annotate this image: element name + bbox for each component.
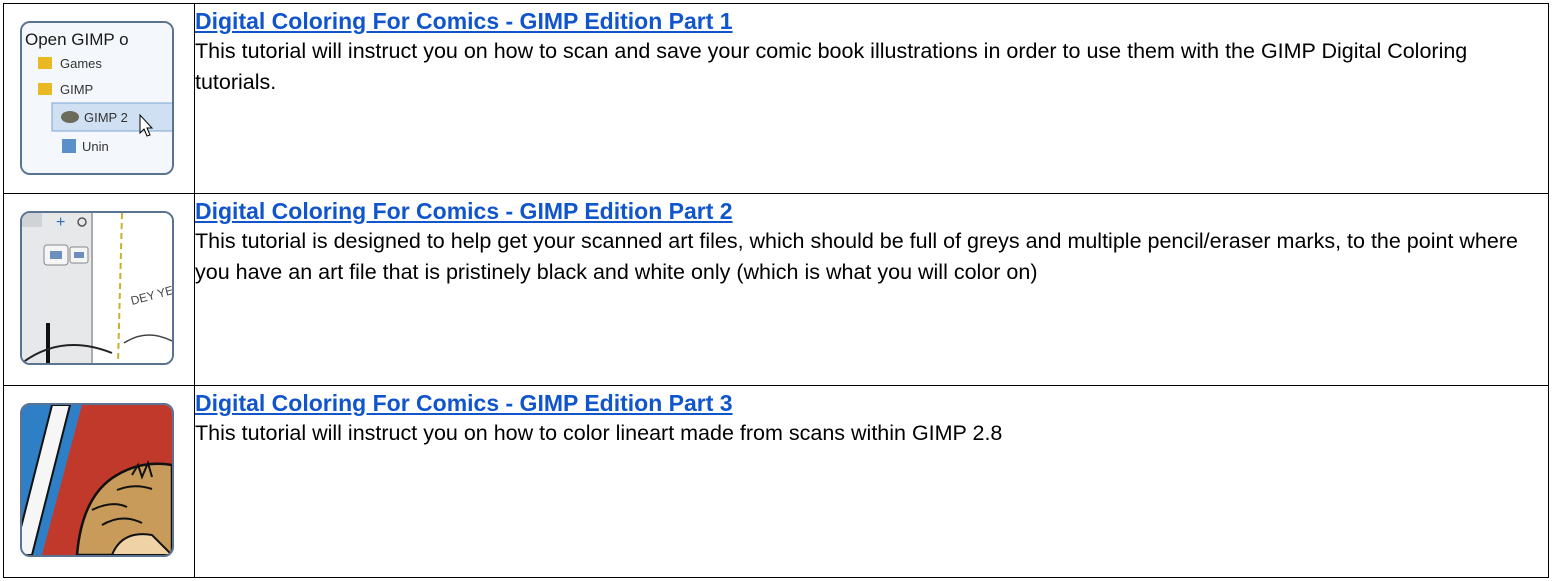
folder-icon <box>38 57 52 69</box>
thumb-item-gimp: GIMP <box>60 82 93 97</box>
tutorial-link-part-1[interactable]: Digital Coloring For Comics - GIMP Editi… <box>195 6 1548 36</box>
pen-stroke <box>46 323 50 363</box>
tutorial-thumbnail-part-3[interactable] <box>20 403 174 557</box>
uninstall-icon <box>62 139 76 153</box>
tutorial-text-cell: Digital Coloring For Comics - GIMP Editi… <box>194 385 1549 578</box>
thumbnail-cell: + DEY YES <box>3 193 195 386</box>
plus-icon: + <box>56 214 65 231</box>
comic-art-image <box>22 405 172 555</box>
thumb-item-gimp2: GIMP 2 <box>84 110 128 125</box>
tutorial-description: This tutorial is designed to help get yo… <box>195 229 1518 284</box>
tutorial-link-part-2[interactable]: Digital Coloring For Comics - GIMP Editi… <box>195 196 1548 226</box>
toolbox-panel <box>22 213 92 363</box>
tutorial-row: Open GIMP o Games GIMP GIMP 2 Unin Digit… <box>3 3 1549 194</box>
thumb-item-uninstall: Unin <box>82 139 109 154</box>
tutorial-text-cell: Digital Coloring For Comics - GIMP Editi… <box>194 193 1549 386</box>
thumbnail-cell: Open GIMP o Games GIMP GIMP 2 Unin <box>3 3 195 194</box>
tutorial-description: This tutorial will instruct you on how t… <box>195 39 1468 94</box>
tutorial-thumbnail-part-2[interactable]: + DEY YES <box>20 211 174 365</box>
tutorial-text-cell: Digital Coloring For Comics - GIMP Editi… <box>194 3 1549 194</box>
tutorial-table: Open GIMP o Games GIMP GIMP 2 Unin Digit… <box>3 3 1549 578</box>
tutorial-link-part-3[interactable]: Digital Coloring For Comics - GIMP Editi… <box>195 388 1548 418</box>
start-menu-image: Open GIMP o Games GIMP GIMP 2 Unin <box>22 23 172 173</box>
gimp-icon <box>61 111 79 123</box>
toolbox-image: + DEY YES <box>22 213 172 363</box>
tutorial-row: + DEY YES Digital Coloring For Comics - … <box>3 193 1549 386</box>
tutorial-thumbnail-part-1[interactable]: Open GIMP o Games GIMP GIMP 2 Unin <box>20 21 174 175</box>
thumb-item-games: Games <box>60 56 102 71</box>
folder-icon <box>38 83 52 95</box>
thumb-header-text: Open GIMP o <box>25 30 129 49</box>
thumbnail-cell <box>3 385 195 578</box>
tutorial-row: Digital Coloring For Comics - GIMP Editi… <box>3 385 1549 578</box>
tutorial-description: This tutorial will instruct you on how t… <box>195 421 1003 445</box>
